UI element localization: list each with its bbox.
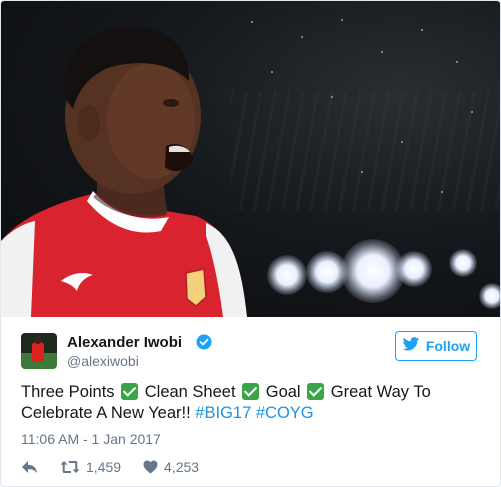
- reply-button[interactable]: [21, 460, 38, 474]
- twitter-bird-icon: [402, 337, 420, 355]
- tweet-card: Alexander Iwobi @alexiwobi Follow Three …: [0, 0, 501, 487]
- hashtag-link[interactable]: #COYG: [256, 404, 314, 422]
- check-mark-icon: [121, 383, 139, 400]
- hashtag-link[interactable]: #BIG17: [195, 404, 251, 422]
- check-mark-icon: [242, 383, 260, 400]
- like-count: 4,253: [164, 459, 200, 475]
- avatar[interactable]: [21, 333, 57, 369]
- tweet-photo[interactable]: [1, 1, 500, 317]
- tweet-timestamp[interactable]: 11:06 AM - 1 Jan 2017: [21, 431, 161, 447]
- check-mark-icon: [307, 383, 325, 400]
- follow-label: Follow: [425, 338, 471, 354]
- tweet-actions: 1,459 4,253: [21, 457, 221, 477]
- tweet-text: Three Points Clean Sheet Goal Great Way …: [21, 382, 486, 424]
- text-segment: Three Points: [21, 383, 115, 401]
- heart-icon: [143, 460, 158, 474]
- reply-icon: [21, 460, 38, 474]
- display-name[interactable]: Alexander Iwobi: [67, 334, 182, 351]
- follow-button[interactable]: Follow: [395, 331, 477, 361]
- text-segment: Goal: [265, 383, 301, 401]
- retweet-count: 1,459: [86, 459, 122, 475]
- tweet-header: Alexander Iwobi @alexiwobi Follow: [21, 331, 481, 371]
- like-button[interactable]: 4,253: [143, 459, 199, 475]
- retweet-button[interactable]: 1,459: [60, 459, 121, 475]
- player-figure: [1, 26, 247, 317]
- user-handle[interactable]: @alexiwobi: [67, 353, 139, 369]
- text-segment: Clean Sheet: [144, 383, 236, 401]
- verified-badge-icon: [196, 334, 212, 350]
- retweet-icon: [60, 460, 80, 474]
